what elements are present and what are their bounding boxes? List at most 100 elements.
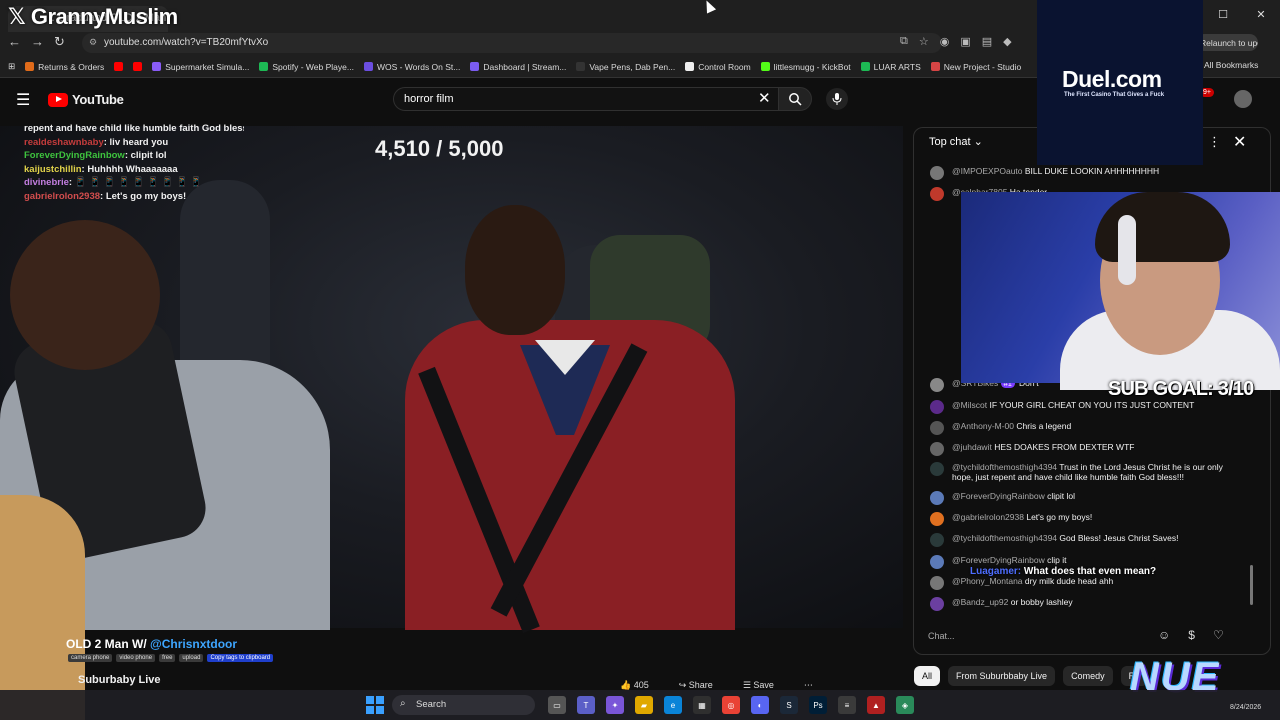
channel-name[interactable]: Suburbaby Live: [78, 674, 161, 686]
chat-avatar: [930, 555, 944, 569]
account-avatar[interactable]: [1234, 90, 1252, 108]
discord-icon[interactable]: ◐: [751, 696, 769, 714]
filter-chip[interactable]: From Suburbbaby Live: [948, 666, 1056, 686]
chat-text: clip it: [1047, 555, 1067, 565]
site-info-icon[interactable]: ⚙: [89, 37, 97, 48]
bookmark-item[interactable]: New Project - Studio: [930, 62, 1021, 72]
forward-icon[interactable]: →: [31, 34, 44, 50]
bookmark-item[interactable]: Supermarket Simula...: [152, 62, 249, 72]
extension-icon[interactable]: ▤: [982, 35, 992, 48]
chat-avatar: [930, 400, 944, 414]
video-tag[interactable]: video phone: [116, 654, 156, 662]
copy-tags-button[interactable]: Copy tags to clipboard: [207, 654, 274, 662]
bookmark-item[interactable]: Vape Pens, Dab Pen...: [576, 62, 675, 72]
bookmark-star-icon[interactable]: ☆: [919, 35, 929, 48]
app-icon[interactable]: ◈: [896, 696, 914, 714]
chat-close-icon[interactable]: ✕: [1233, 132, 1246, 152]
foreground-object: [0, 495, 85, 720]
photoshop-icon[interactable]: Ps: [809, 696, 827, 714]
video-tag[interactable]: upload: [179, 654, 204, 662]
chat-more-icon[interactable]: ⋮: [1208, 134, 1221, 150]
task-view-icon[interactable]: ▭: [548, 696, 566, 714]
windows-start-icon[interactable]: [366, 696, 384, 714]
chat-avatar: [930, 421, 944, 435]
app-icon[interactable]: ▲: [867, 696, 885, 714]
chat-message[interactable]: @juhdawit HES DOAKES FROM DEXTER WTF: [930, 442, 1230, 456]
chrome-icon[interactable]: ◎: [722, 696, 740, 714]
file-explorer-icon[interactable]: ▰: [635, 696, 653, 714]
video-title-mention[interactable]: @Chrisnxtdoor: [150, 637, 237, 651]
chat-message[interactable]: @Milscot IF YOUR GIRL CHEAT ON YOU ITS J…: [930, 400, 1230, 414]
video-tag[interactable]: free: [159, 654, 176, 662]
video-tag[interactable]: camera phone: [68, 654, 113, 662]
overlay-chat-text: : clipit lol: [124, 150, 167, 161]
bookmark-item[interactable]: Dashboard | Stream...: [470, 62, 566, 72]
bookmark-favicon-icon: [133, 62, 143, 71]
voice-search-button[interactable]: [826, 88, 848, 110]
all-bookmarks-button[interactable]: All Bookmarks: [1204, 60, 1258, 70]
bookmark-favicon-icon: [25, 62, 35, 71]
bookmark-item[interactable]: Returns & Orders: [25, 62, 104, 72]
chat-text: Let's go my boys!: [1026, 512, 1093, 522]
maximize-icon[interactable]: ☐: [1204, 0, 1242, 28]
chat-message[interactable]: @tychildofthemosthigh4394 God Bless! Jes…: [930, 533, 1230, 547]
menu-icon[interactable]: ☰: [16, 90, 30, 110]
steam-icon[interactable]: S: [780, 696, 798, 714]
bookmark-item[interactable]: [133, 62, 143, 71]
overlay-chat-user: kaijustchillin: [24, 163, 82, 175]
chat-message[interactable]: @Bandz_up92 or bobby lashley: [930, 597, 1230, 611]
apps-grid-icon[interactable]: ⊞: [8, 61, 15, 72]
bookmark-item[interactable]: LUAR ARTS: [860, 62, 921, 72]
bookmark-item[interactable]: [114, 62, 124, 71]
install-app-icon[interactable]: ⧉: [900, 35, 908, 48]
bookmark-item[interactable]: littlesmugg - KickBot: [760, 62, 851, 72]
heart-icon[interactable]: ♡: [1213, 628, 1224, 642]
overlay-chat-text: repent and have child like humble faith …: [24, 123, 244, 134]
chat-text: IF YOUR GIRL CHEAT ON YOU ITS JUST CONTE…: [989, 400, 1195, 410]
bookmark-item[interactable]: Spotify - Web Playe...: [259, 62, 354, 72]
super-chat-icon[interactable]: $: [1188, 628, 1195, 642]
chat-message[interactable]: @Anthony-M-00 Chris a legend: [930, 421, 1230, 435]
extension-icon[interactable]: ▣: [960, 35, 970, 48]
url-bar[interactable]: ⚙ youtube.com/watch?v=TB20mfYtvXo: [82, 33, 942, 53]
notepad-icon[interactable]: ≡: [838, 696, 856, 714]
relaunch-update-button[interactable]: Relaunch to update: [1196, 34, 1258, 51]
chat-message-body: @Bandz_up92 or bobby lashley: [952, 597, 1073, 607]
youtube-logo-text: YouTube: [72, 92, 124, 107]
emoji-icon[interactable]: ☺: [1158, 628, 1170, 642]
filter-chip[interactable]: All: [914, 666, 941, 686]
chat-message-body: @Anthony-M-00 Chris a legend: [952, 421, 1071, 431]
chat-mode-dropdown[interactable]: Top chat ⌄: [929, 135, 983, 148]
clear-search-icon[interactable]: ✕: [758, 89, 771, 107]
bookmark-item[interactable]: WOS - Words On St...: [363, 62, 460, 72]
extension-icon[interactable]: ◉: [940, 35, 950, 48]
extension-icon[interactable]: ◆: [1003, 35, 1011, 48]
teams-icon[interactable]: T: [577, 696, 595, 714]
chat-message[interactable]: @IMPOEXPOauto BILL DUKE LOOKIN AHHHHHHHH: [930, 166, 1230, 180]
chat-text: Chris a legend: [1016, 421, 1072, 431]
overlay-chat-user: realdeshawnbaby: [24, 136, 104, 148]
chat-message[interactable]: @Phony_Montana dry milk dude head ahh: [930, 576, 1230, 590]
chat-input[interactable]: Chat...: [928, 626, 1156, 646]
youtube-logo[interactable]: YouTube: [48, 92, 124, 107]
close-window-icon[interactable]: ✕: [1242, 0, 1280, 28]
overlay-chat-message: ForeverDyingRainbow: clipit lol: [24, 149, 244, 163]
store-icon[interactable]: ▦: [693, 696, 711, 714]
chat-message[interactable]: @gabrielrolon2938 Let's go my boys!: [930, 512, 1230, 526]
chat-message-body: @ForeverDyingRainbow clipit lol: [952, 491, 1075, 501]
edge-icon[interactable]: e: [664, 696, 682, 714]
copilot-icon[interactable]: ✦: [606, 696, 624, 714]
chat-message[interactable]: @ForeverDyingRainbow clipit lol: [930, 491, 1230, 505]
bookmark-item[interactable]: Control Room: [685, 62, 751, 72]
reload-icon[interactable]: ↻: [54, 34, 65, 50]
duel-tagline: The First Casino That Gives a Fuck: [1064, 92, 1165, 98]
search-button[interactable]: [778, 87, 812, 111]
chat-message[interactable]: @tychildofthemosthigh4394 Trust in the L…: [930, 462, 1230, 482]
filter-chip[interactable]: Comedy: [1063, 666, 1113, 686]
chat-scrollbar[interactable]: [1250, 565, 1253, 605]
video-title: OLD 2 Man W/ @Chrisnxtdoor: [66, 637, 237, 651]
highlighted-chat-user: Luagamer:: [970, 566, 1022, 577]
search-input[interactable]: horror film: [393, 87, 778, 111]
back-icon[interactable]: ←: [8, 34, 21, 50]
taskbar-search[interactable]: ⌕ Search: [392, 695, 535, 715]
